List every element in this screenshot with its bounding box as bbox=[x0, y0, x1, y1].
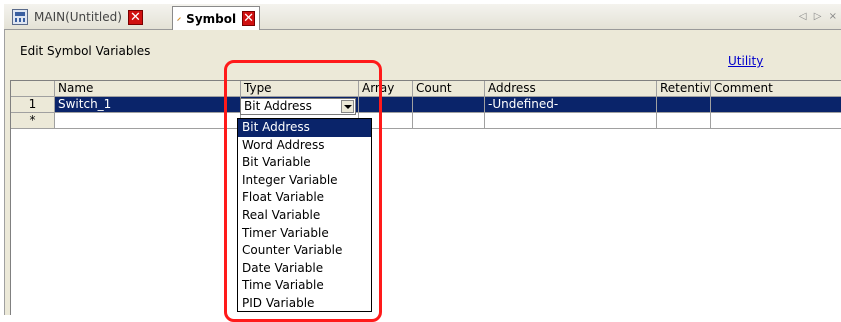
retentiv-cell[interactable] bbox=[657, 97, 711, 113]
type-combobox-value: Bit Address bbox=[244, 99, 312, 113]
new-count-cell[interactable] bbox=[413, 113, 485, 129]
new-address-cell[interactable] bbox=[485, 113, 657, 129]
dropdown-option[interactable]: Counter Variable bbox=[238, 242, 371, 260]
grid-header-row: Name Type Array Count Address Retentiv C… bbox=[11, 81, 841, 97]
dropdown-option[interactable]: Timer Variable bbox=[238, 225, 371, 243]
dropdown-option[interactable]: Bit Variable bbox=[238, 154, 371, 172]
screen-icon bbox=[12, 9, 28, 25]
type-combobox[interactable]: Bit Address bbox=[240, 98, 356, 115]
page-title: Edit Symbol Variables bbox=[20, 44, 151, 58]
dropdown-option[interactable]: Date Variable bbox=[238, 260, 371, 278]
col-header-array[interactable]: Array bbox=[359, 81, 413, 97]
tab-main-label: MAIN(Untitled) bbox=[34, 10, 122, 24]
col-header-comment[interactable]: Comment bbox=[711, 81, 841, 97]
corner-cell bbox=[11, 81, 55, 97]
comment-cell[interactable] bbox=[711, 97, 841, 113]
new-comment-cell[interactable] bbox=[711, 113, 841, 129]
dropdown-option[interactable]: PID Variable bbox=[238, 295, 371, 313]
pen-icon bbox=[177, 16, 181, 21]
dropdown-option[interactable]: Word Address bbox=[238, 137, 371, 155]
utility-link[interactable]: Utility bbox=[728, 54, 763, 68]
new-row-marker[interactable]: * bbox=[11, 113, 55, 129]
tab-bar: MAIN(Untitled) ✕ Symbol ✕ ◁ ▷ × bbox=[4, 4, 841, 30]
dropdown-option[interactable]: Bit Address bbox=[238, 119, 371, 137]
col-header-name[interactable]: Name bbox=[55, 81, 241, 97]
dropdown-option[interactable]: Integer Variable bbox=[238, 172, 371, 190]
name-cell[interactable]: Switch_1 bbox=[55, 97, 241, 113]
dropdown-option[interactable]: Real Variable bbox=[238, 207, 371, 225]
tab-symbol[interactable]: Symbol ✕ bbox=[172, 6, 260, 30]
tab-main[interactable]: MAIN(Untitled) ✕ bbox=[8, 6, 178, 28]
dropdown-option[interactable]: Time Variable bbox=[238, 277, 371, 295]
count-cell[interactable] bbox=[413, 97, 485, 113]
col-header-type[interactable]: Type bbox=[241, 81, 359, 97]
dropdown-option[interactable]: Float Variable bbox=[238, 189, 371, 207]
new-retentiv-cell[interactable] bbox=[657, 113, 711, 129]
type-dropdown-list[interactable]: Bit Address Word Address Bit Variable In… bbox=[237, 118, 372, 312]
col-header-retentiv[interactable]: Retentiv bbox=[657, 81, 711, 97]
chevron-down-icon[interactable] bbox=[341, 100, 354, 113]
close-icon[interactable]: ✕ bbox=[242, 11, 255, 26]
tab-scroll-arrows[interactable]: ◁ ▷ × bbox=[799, 11, 839, 22]
symbol-grid: Name Type Array Count Address Retentiv C… bbox=[10, 80, 841, 315]
new-name-cell[interactable] bbox=[55, 113, 241, 129]
tab-symbol-label: Symbol bbox=[186, 11, 237, 26]
close-icon[interactable]: ✕ bbox=[127, 9, 143, 25]
address-cell[interactable]: -Undefined- bbox=[485, 97, 657, 113]
array-cell[interactable] bbox=[359, 97, 413, 113]
table-row[interactable]: 1 Switch_1 -Undefined- bbox=[11, 97, 841, 113]
row-number[interactable]: 1 bbox=[11, 97, 55, 113]
col-header-count[interactable]: Count bbox=[413, 81, 485, 97]
new-row[interactable]: * bbox=[11, 113, 841, 129]
col-header-address[interactable]: Address bbox=[485, 81, 657, 97]
